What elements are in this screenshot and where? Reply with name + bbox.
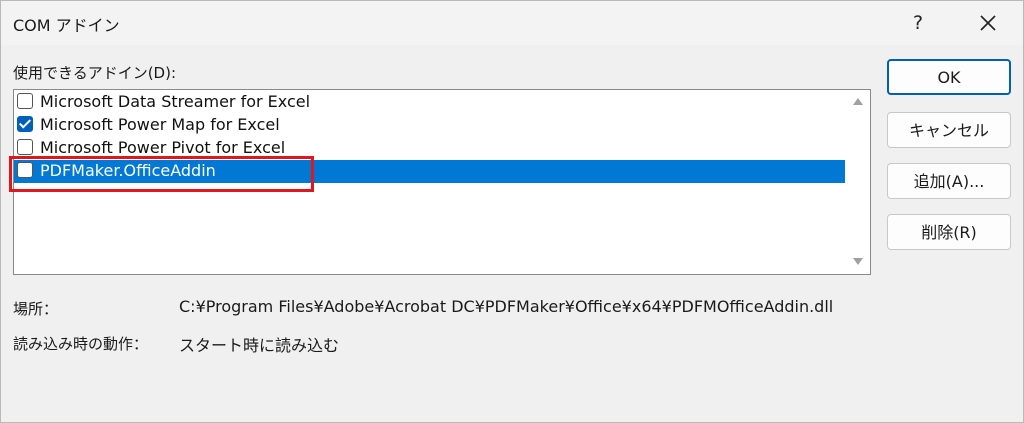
add-button[interactable]: 追加(A)... <box>887 163 1011 199</box>
scroll-up-icon[interactable] <box>853 98 863 105</box>
checkbox-data-streamer[interactable] <box>17 93 33 109</box>
highlight-annotation-box <box>9 156 314 192</box>
location-label: 場所： <box>13 300 59 318</box>
list-item-power-map[interactable]: Microsoft Power Map for Excel <box>14 114 845 137</box>
dialog-title: COM アドイン <box>13 16 120 35</box>
title-bar: COM アドイン ? <box>1 1 1023 45</box>
checkbox-power-pivot[interactable] <box>17 139 33 155</box>
available-addins-label: 使用できるアドイン(D): <box>13 64 177 82</box>
listbox-scrollbar[interactable] <box>846 90 870 274</box>
close-icon[interactable] <box>971 7 1005 39</box>
remove-button[interactable]: 削除(R) <box>887 214 1011 250</box>
list-item-data-streamer[interactable]: Microsoft Data Streamer for Excel <box>14 91 845 114</box>
list-item-label: Microsoft Power Pivot for Excel <box>40 138 286 157</box>
scroll-down-icon[interactable] <box>853 258 863 265</box>
checkbox-power-map-checkmark-icon[interactable] <box>17 116 33 132</box>
help-icon[interactable]: ? <box>903 7 933 39</box>
list-item-label: Microsoft Data Streamer for Excel <box>40 92 311 111</box>
com-addins-dialog: COM アドイン ? 使用できるアドイン(D): Microsoft Data … <box>0 0 1024 423</box>
cancel-button[interactable]: キャンセル <box>887 112 1011 148</box>
load-behavior-value: スタート時に読み込む <box>179 336 340 355</box>
ok-button[interactable]: OK <box>887 59 1011 95</box>
location-value: C:¥Program Files¥Adobe¥Acrobat DC¥PDFMak… <box>179 297 834 316</box>
load-behavior-label: 読み込み時の動作： <box>13 335 149 353</box>
list-item-label: Microsoft Power Map for Excel <box>40 115 280 134</box>
